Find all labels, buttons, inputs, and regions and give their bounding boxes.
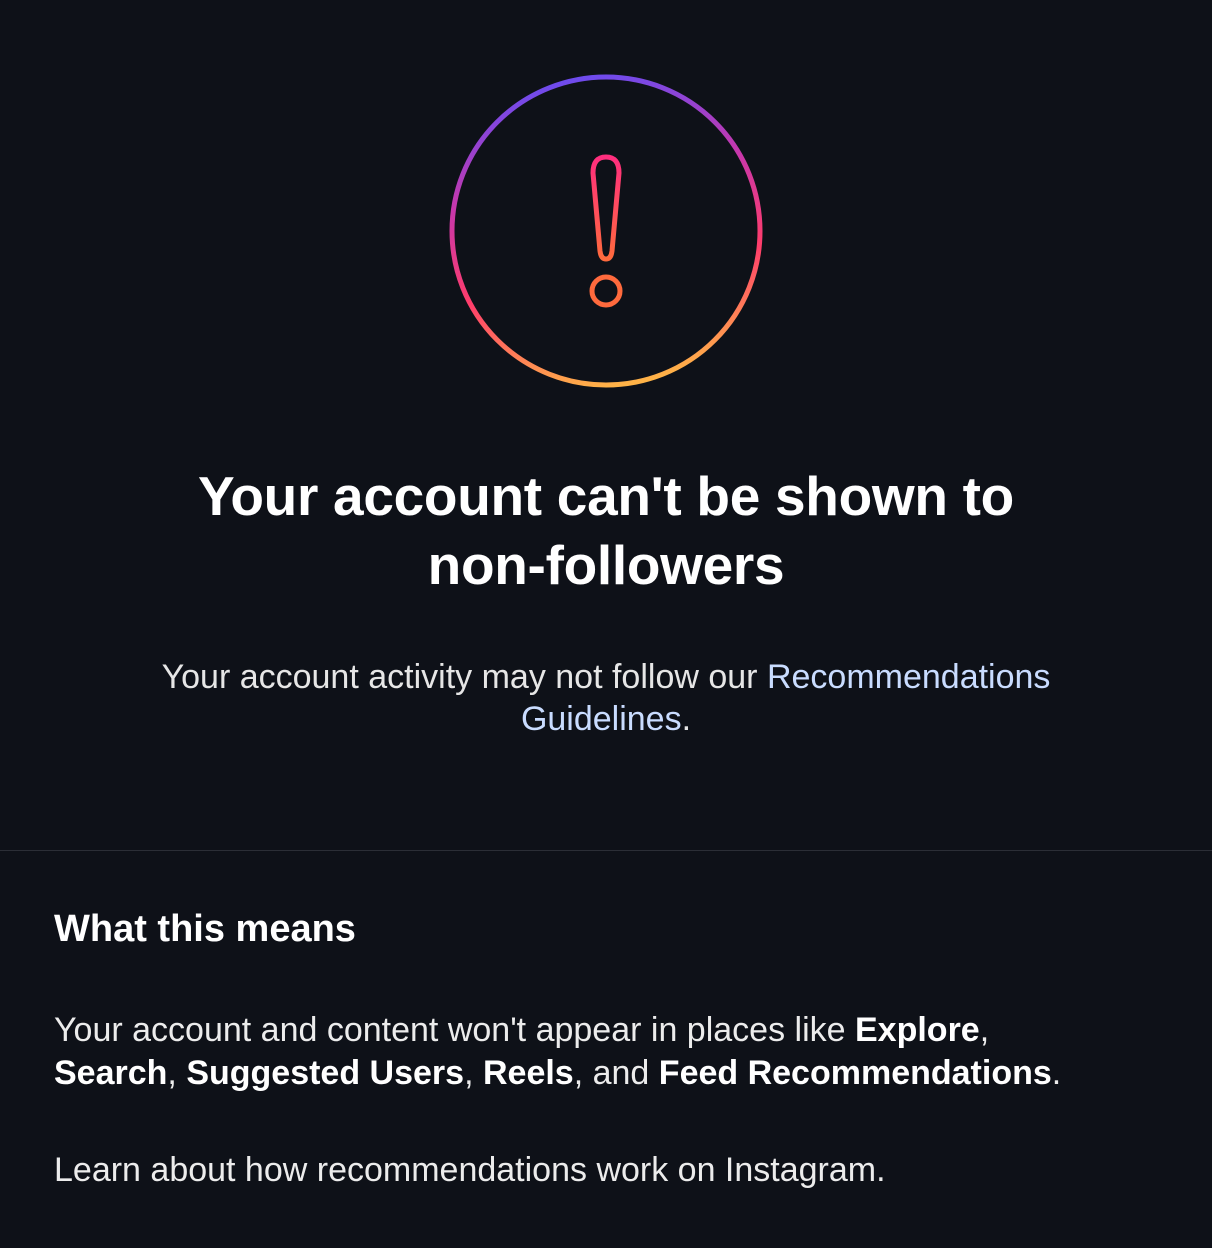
subtitle-text: Your account activity may not follow our — [161, 658, 767, 696]
learn-more-link[interactable]: Learn about how recommendations work on … — [54, 1149, 886, 1192]
recommendations-guidelines-link[interactable]: Recommendations — [767, 658, 1050, 696]
body-term-reels: Reels — [482, 1054, 574, 1092]
body-term-explore: Explore — [855, 1011, 980, 1049]
subtitle-period: . — [681, 700, 692, 738]
section-divider — [0, 850, 1212, 851]
body-term-search: Search — [54, 1054, 168, 1092]
body-text: , — [464, 1054, 483, 1092]
exclamation-circle-icon — [449, 74, 763, 388]
page-title: Your account can't be shown to non-follo… — [0, 462, 1212, 600]
body-term-suggested-users: Suggested Users — [186, 1054, 465, 1092]
body-text: , — [167, 1054, 187, 1092]
recommendations-guidelines-link-continued[interactable]: Guidelines — [521, 700, 682, 738]
page-title-line-1: Your account can't be shown to — [198, 465, 1014, 527]
subtitle: Your account activity may not follow our… — [0, 656, 1212, 740]
section-body: Your account and content won't appear in… — [54, 1009, 1174, 1095]
body-term-feed-recommendations: Feed Recommendations — [658, 1054, 1052, 1092]
body-text: , — [979, 1011, 990, 1049]
body-text: , and — [573, 1054, 659, 1092]
body-text: Your account and content won't appear in… — [54, 1011, 855, 1049]
restriction-notice-page: Your account can't be shown to non-follo… — [0, 0, 1212, 1248]
page-title-line-2: non-followers — [427, 534, 785, 596]
section-heading: What this means — [54, 908, 356, 950]
body-text: . — [1051, 1054, 1062, 1092]
